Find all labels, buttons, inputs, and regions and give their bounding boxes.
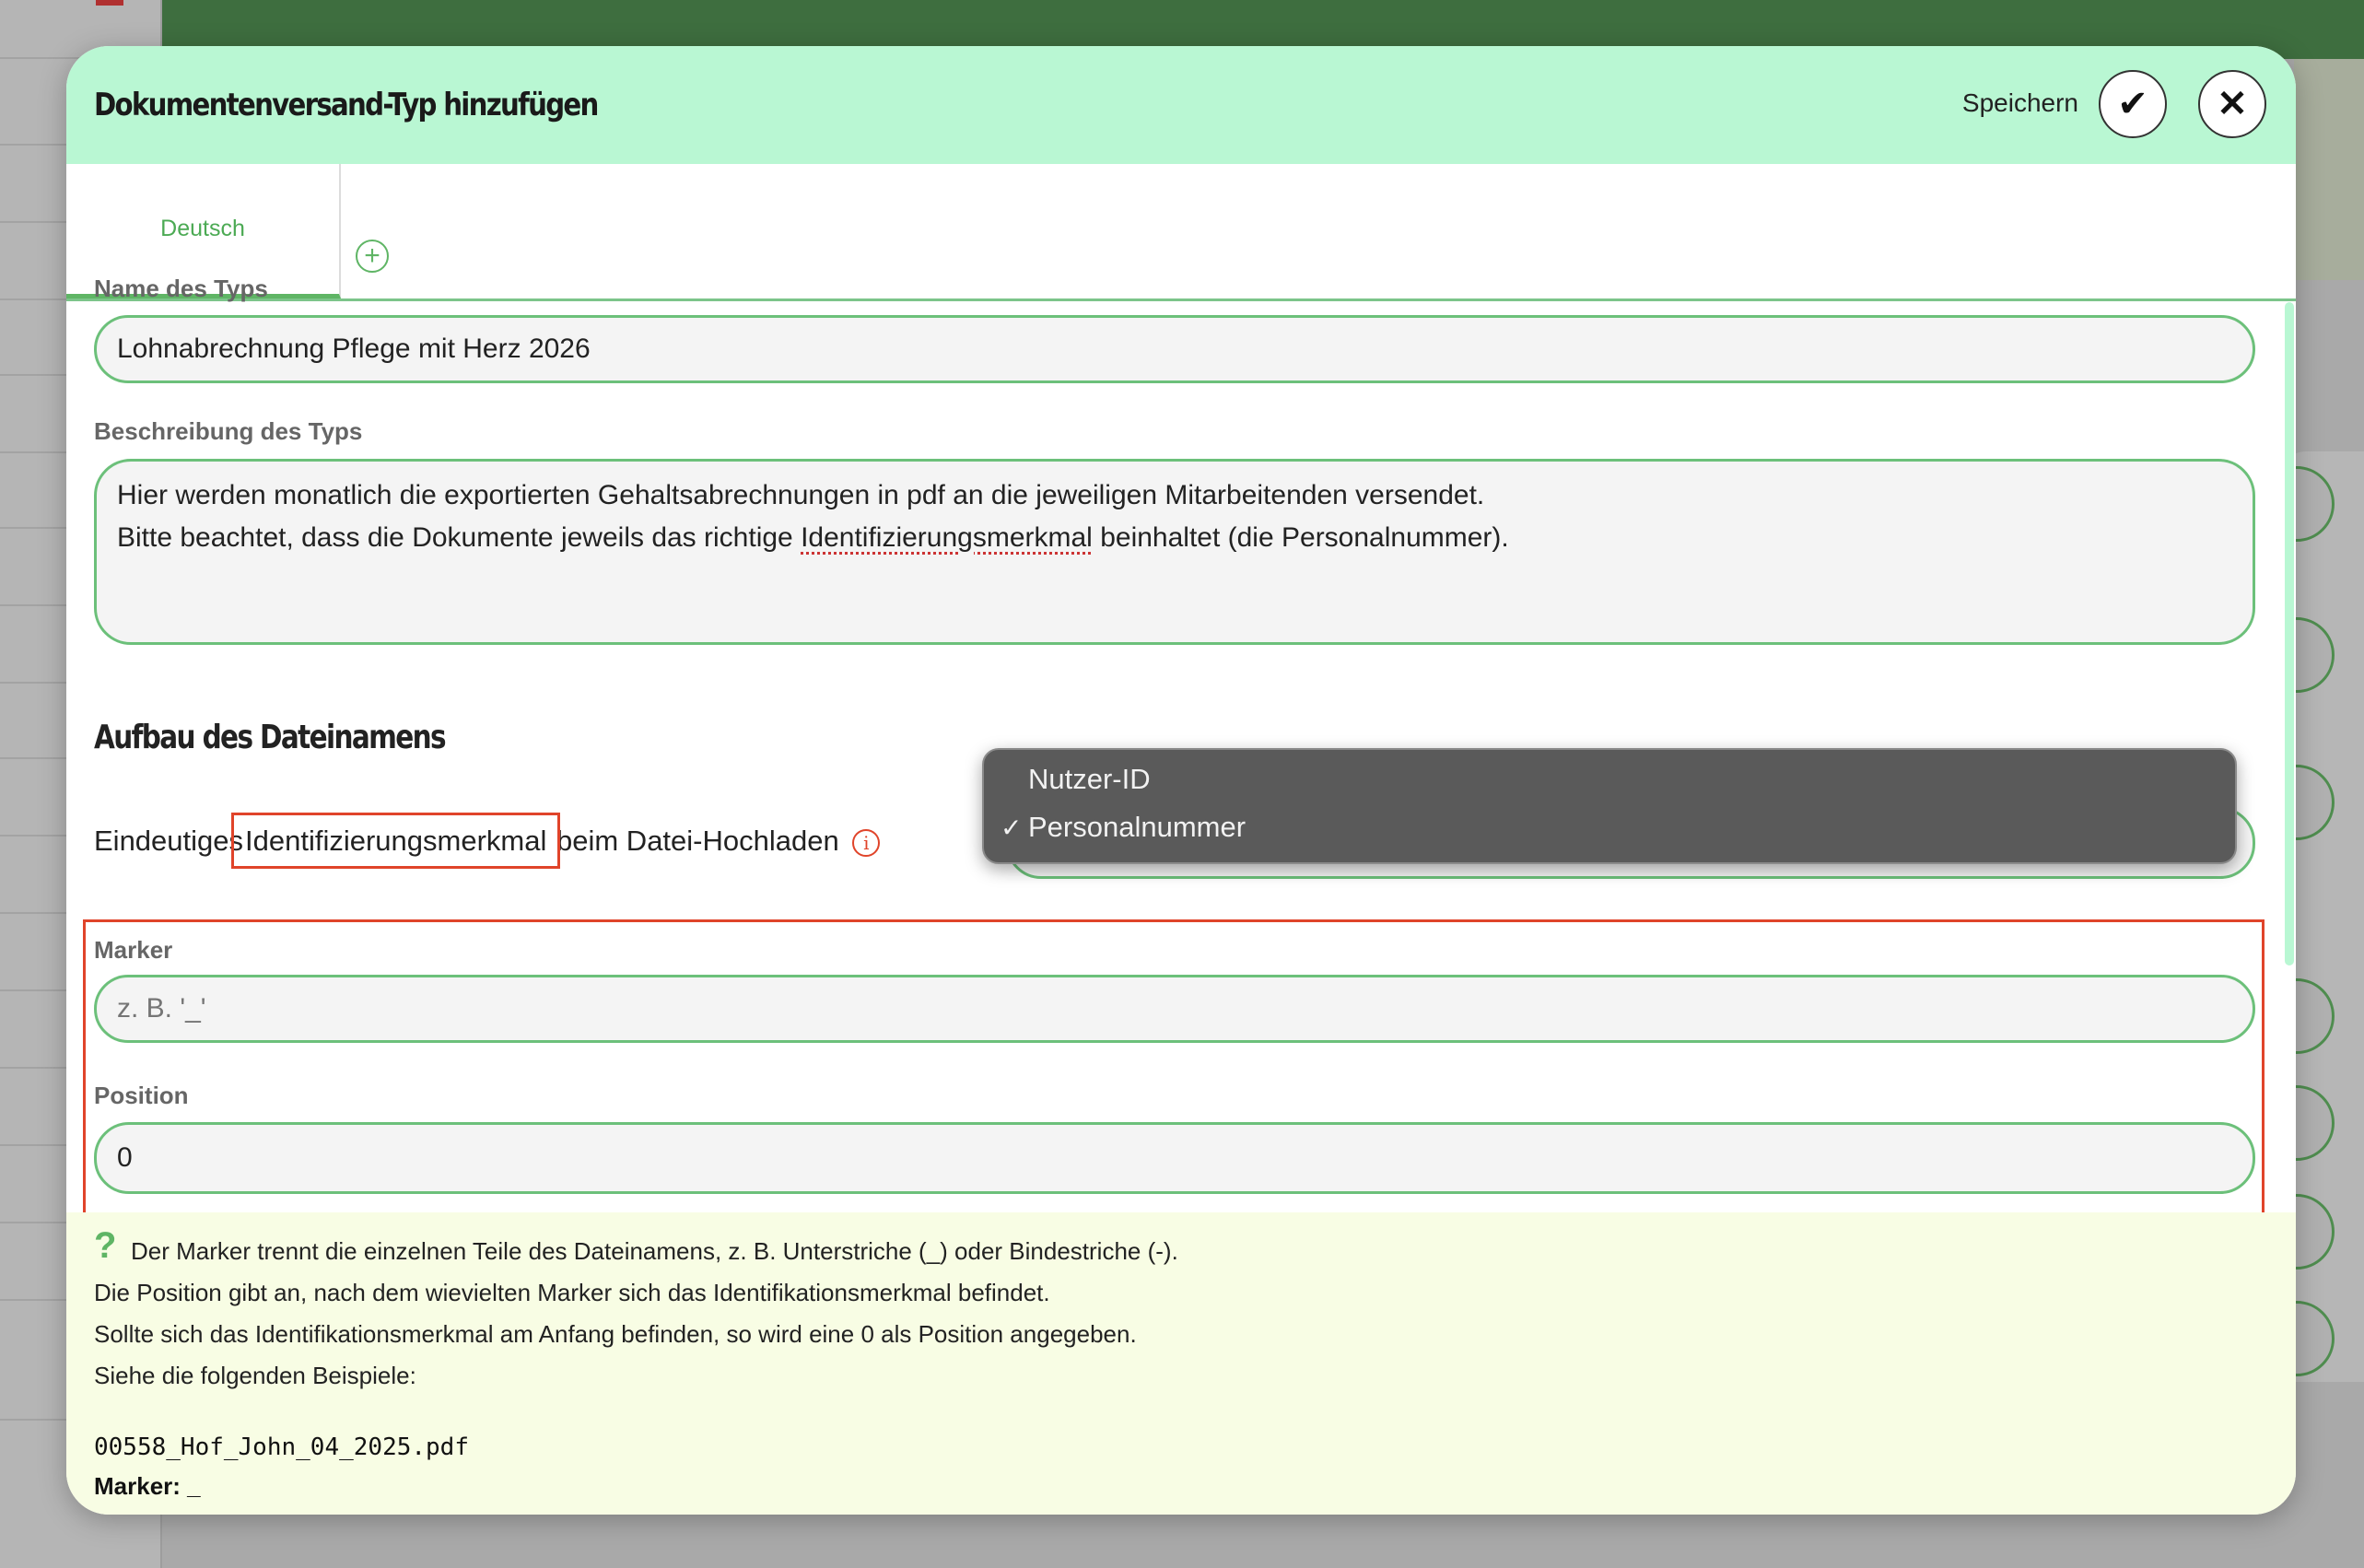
close-button[interactable]: ✕ (2198, 70, 2266, 138)
help-line: Sollte sich das Identifikationsmerkmal a… (94, 1320, 1137, 1348)
identifier-highlight: Identifizierungsmerkmal (231, 813, 561, 869)
add-language-button[interactable]: + (356, 240, 389, 273)
description-textarea[interactable]: Hier werden monatlich die exportierten G… (94, 459, 2255, 645)
help-line: Der Marker trennt die einzelnen Teile de… (131, 1237, 1178, 1265)
marker-position-highlight (83, 919, 2265, 1257)
background-badge (96, 0, 123, 6)
help-line: Siehe die folgenden Beispiele: (94, 1362, 416, 1389)
question-icon: ? (94, 1225, 117, 1266)
help-text: Der Marker trennt die einzelnen Teile de… (94, 1231, 1178, 1397)
name-label: Name des Typs (94, 275, 268, 302)
marker-input[interactable] (94, 975, 2255, 1043)
position-input[interactable]: 0 (94, 1122, 2255, 1194)
marker-label: Marker (94, 936, 173, 964)
dropdown-option-personalnummer[interactable]: ✓ Personalnummer (1001, 803, 1246, 851)
dialog-title: Dokumentenversand-Typ hinzufügen (94, 87, 599, 123)
plus-circle-icon: + (364, 240, 380, 271)
example-marker: Marker: _ (94, 1472, 201, 1500)
background-right-panel (2294, 59, 2364, 280)
info-icon[interactable]: i (852, 828, 881, 857)
save-label[interactable]: Speichern (1962, 88, 2078, 118)
help-line: Die Position gibt an, nach dem wievielte… (94, 1279, 1050, 1306)
help-area: Der Marker trennt die einzelnen Teile de… (66, 1212, 2296, 1515)
filename-section-title: Aufbau des Dateinamens (94, 719, 447, 756)
check-icon: ✓ (1001, 813, 1023, 842)
description-label: Beschreibung des Typs (94, 417, 363, 445)
add-document-type-dialog: Dokumentenversand-Typ hinzufügen Speiche… (66, 46, 2296, 1515)
language-tabs: Deutsch + (66, 164, 2296, 301)
description-line-1: Hier werden monatlich die exportierten G… (117, 480, 1485, 510)
description-line-2: Bitte beachtet, dass die Dokumente jewei… (117, 522, 1509, 553)
dropdown-option-nutzer-id[interactable]: Nutzer-ID (1028, 755, 1151, 803)
close-icon: ✕ (2217, 84, 2248, 124)
identifier-dropdown: Nutzer-ID ✓ Personalnummer (982, 748, 2237, 864)
example-filename: 00558_Hof_John_04_2025.pdf (94, 1433, 469, 1461)
spellcheck-word: Identifizierungsmerkmal (801, 522, 1093, 553)
dialog-header: Dokumentenversand-Typ hinzufügen Speiche… (66, 46, 2296, 164)
position-label: Position (94, 1082, 189, 1109)
scrollbar[interactable] (2285, 302, 2294, 965)
identifier-label: EindeutigesIdentifizierungsmerkmal beim … (94, 813, 881, 869)
check-icon: ✔ (2117, 84, 2148, 124)
save-button[interactable]: ✔ (2099, 70, 2167, 138)
name-input[interactable]: Lohnabrechnung Pflege mit Herz 2026 (94, 315, 2255, 383)
